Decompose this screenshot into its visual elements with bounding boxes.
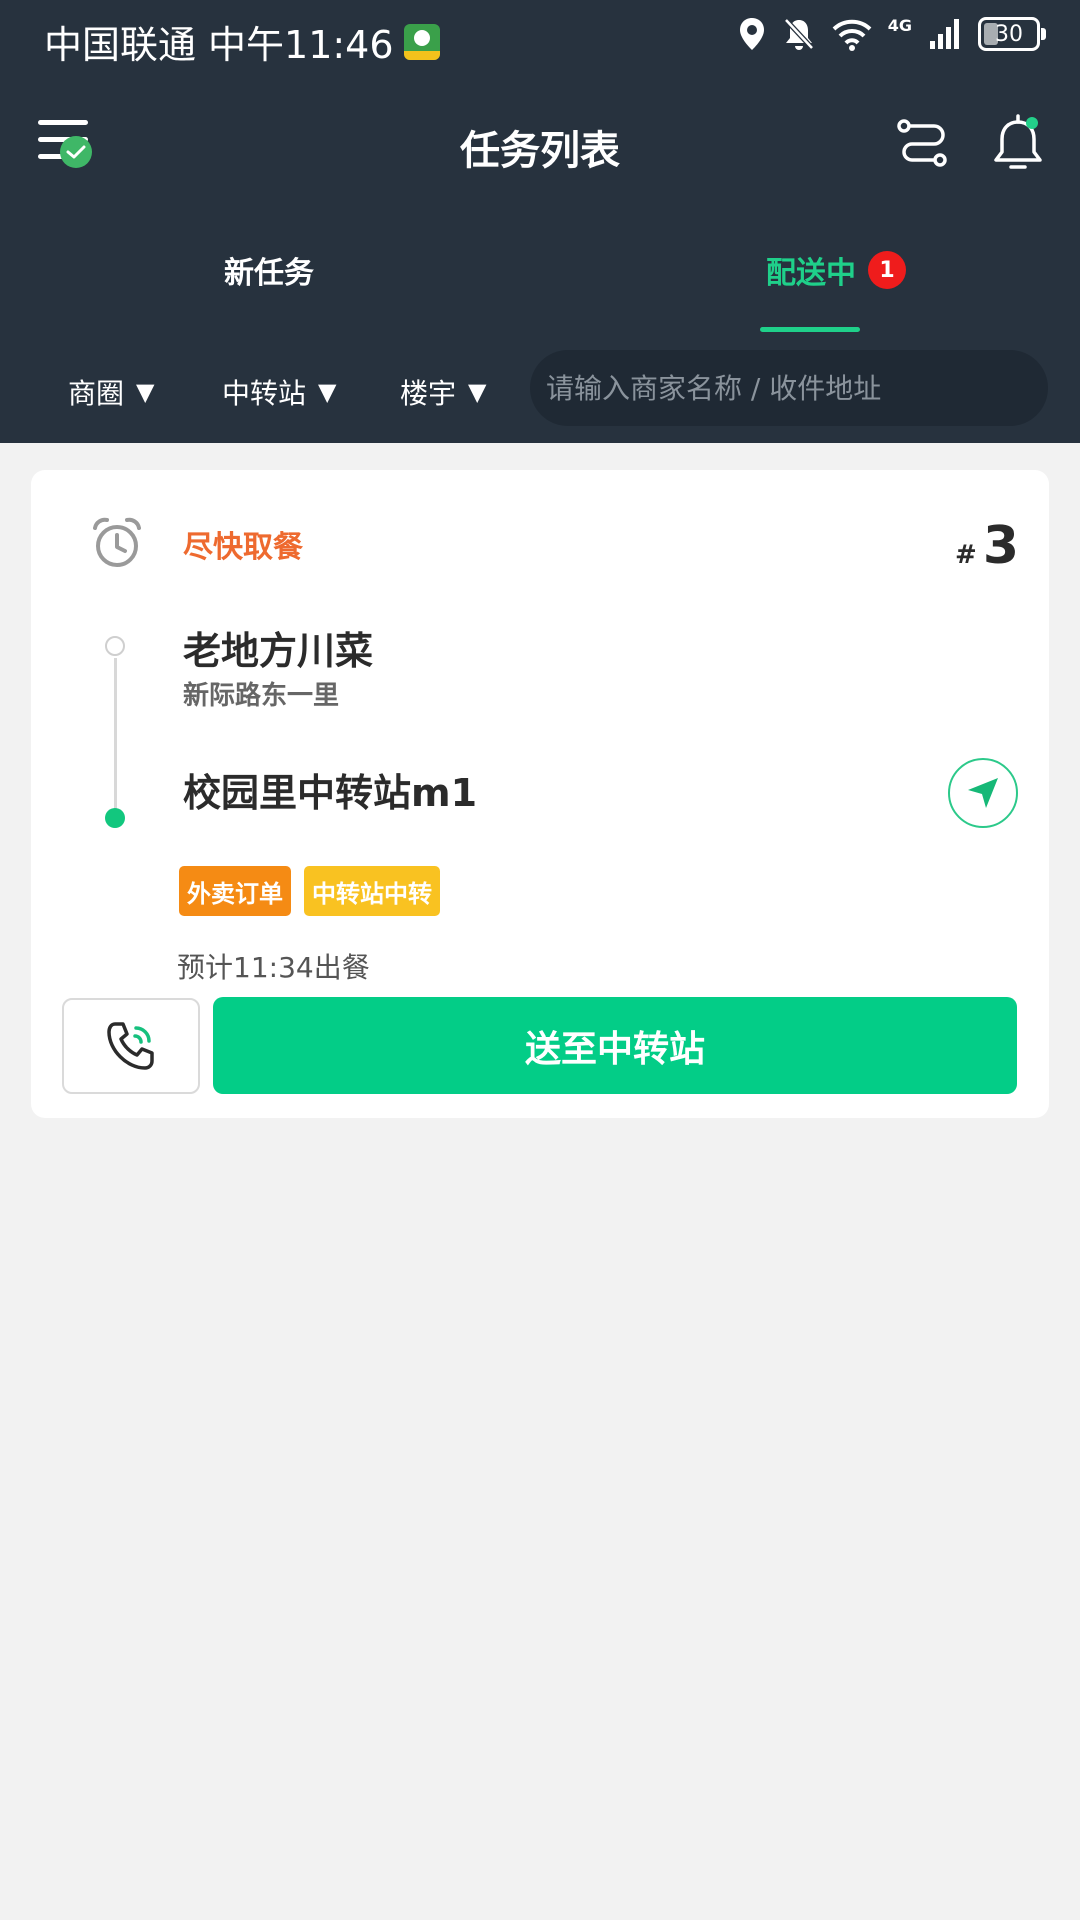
dropoff-dot xyxy=(105,808,125,828)
order-hash: # xyxy=(955,540,977,570)
task-card[interactable]: 尽快取餐 # 3 老地方川菜 新际路东一里 校园里中转站m1 外卖订单 中转站中… xyxy=(31,470,1049,1118)
tab-new-tasks[interactable]: 新任务 xyxy=(224,248,314,292)
filter-label: 商圈 xyxy=(68,377,125,410)
navigate-button[interactable] xyxy=(948,758,1018,828)
tab-delivering[interactable]: 配送中 1 xyxy=(766,248,906,292)
route-connector xyxy=(114,658,117,822)
app-notification-icon xyxy=(403,23,440,60)
signal-icon xyxy=(930,19,959,49)
phone-icon xyxy=(107,1022,154,1070)
header: 中国联通 中午11:46 4G 30 任务列表 新任务 配送中 1 商圈 ▼ 中… xyxy=(0,0,1080,443)
send-to-transfer-station-button[interactable]: 送至中转站 xyxy=(213,997,1017,1094)
notification-dot xyxy=(1026,117,1038,129)
route-button[interactable] xyxy=(896,116,950,170)
search-input[interactable] xyxy=(530,350,1048,426)
dropdown-arrow-icon: ▼ xyxy=(136,378,155,406)
carrier: 中国联通 xyxy=(44,23,197,67)
order-number: # 3 xyxy=(955,516,1019,576)
filter-label: 中转站 xyxy=(222,377,307,410)
dropdown-arrow-icon: ▼ xyxy=(468,378,487,406)
active-tab-indicator xyxy=(760,327,860,332)
dropdown-arrow-icon: ▼ xyxy=(318,378,337,406)
filter-business-district[interactable]: 商圈 ▼ xyxy=(68,372,154,412)
estimated-ready-time: 预计11:34出餐 xyxy=(177,951,370,984)
destination-name: 校园里中转站m1 xyxy=(183,771,478,815)
location-icon xyxy=(739,18,764,50)
navigate-icon xyxy=(968,778,998,808)
order-type-tag: 外卖订单 xyxy=(179,866,291,916)
battery-indicator: 30 xyxy=(978,17,1046,51)
tab-label: 新任务 xyxy=(224,256,314,291)
call-button[interactable] xyxy=(62,998,200,1094)
mute-icon xyxy=(783,18,814,50)
wifi-icon xyxy=(832,19,872,51)
merchant-address: 新际路东一里 xyxy=(183,681,340,711)
merchant-name: 老地方川菜 xyxy=(183,629,374,673)
status-bar: 中国联通 中午11:46 4G 30 xyxy=(0,0,1080,75)
pickup-dot xyxy=(105,636,125,656)
tab-label: 配送中 xyxy=(766,256,856,291)
clock: 中午11:46 xyxy=(208,23,394,67)
order-number-value: 3 xyxy=(982,516,1019,576)
tab-count-badge: 1 xyxy=(868,251,906,289)
status-left: 中国联通 中午11:46 xyxy=(44,14,440,69)
filter-building[interactable]: 楼宇 ▼ xyxy=(400,372,486,412)
urgency-label: 尽快取餐 xyxy=(183,530,303,565)
filter-label: 楼宇 xyxy=(400,377,457,410)
filter-transfer-station[interactable]: 中转站 ▼ xyxy=(222,372,336,412)
route-icon xyxy=(897,119,947,167)
battery-level: 30 xyxy=(995,21,1023,47)
status-right: 4G 30 xyxy=(738,15,1046,52)
alarm-clock-icon xyxy=(93,517,141,567)
network-type: 4G xyxy=(887,15,912,35)
transfer-tag: 中转站中转 xyxy=(304,866,440,916)
